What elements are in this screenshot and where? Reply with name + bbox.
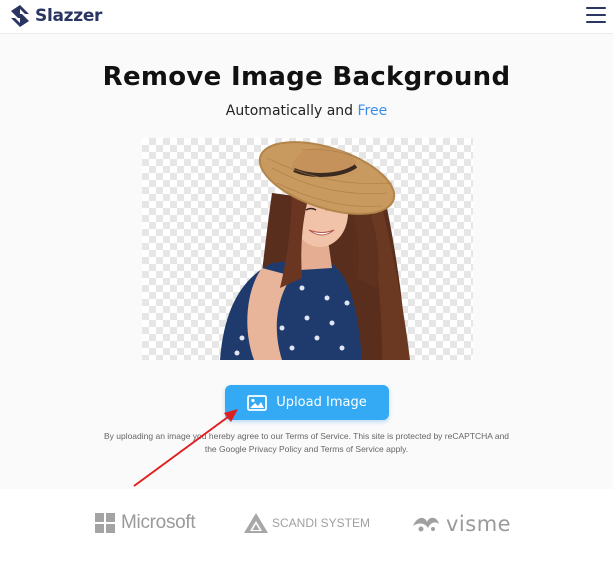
brand-logo[interactable]: Slazzer bbox=[9, 4, 102, 28]
partner-microsoft: Microsoft bbox=[95, 512, 196, 534]
disclaimer-text-1: By uploading an image you hereby agree t… bbox=[103, 431, 286, 441]
scandi-system-logo-icon bbox=[244, 513, 268, 533]
legal-disclaimer: By uploading an image you hereby agree t… bbox=[100, 430, 513, 456]
subtitle-highlight: Free bbox=[357, 103, 388, 119]
image-icon bbox=[247, 394, 268, 411]
partner-scandi-system: SCANDI SYSTEM bbox=[243, 512, 370, 534]
microsoft-logo-icon bbox=[95, 513, 115, 533]
upload-button-label: Upload Image bbox=[276, 395, 367, 410]
hamburger-menu-icon[interactable] bbox=[586, 7, 606, 24]
google-privacy-policy-link[interactable]: Google Privacy Policy bbox=[219, 444, 302, 454]
google-terms-of-service-link[interactable]: Terms of Service bbox=[320, 444, 383, 454]
sample-preview-image bbox=[142, 138, 473, 360]
transparent-background-photo bbox=[220, 141, 410, 360]
brand-name: Slazzer bbox=[35, 6, 103, 26]
disclaimer-text-4: apply. bbox=[383, 444, 409, 454]
disclaimer-text-3: and bbox=[301, 444, 321, 454]
subtitle-text: Automatically and bbox=[225, 103, 358, 119]
upload-image-button[interactable]: Upload Image bbox=[225, 385, 389, 420]
partner-name: SCANDI SYSTEM bbox=[272, 516, 371, 530]
partner-logos: Microsoft SCANDI SYSTEM visme bbox=[0, 490, 613, 562]
partner-name: Microsoft bbox=[121, 512, 196, 533]
partner-name: visme bbox=[446, 512, 512, 536]
slazzer-logo-icon bbox=[11, 5, 29, 27]
site-header: Slazzer bbox=[0, 0, 613, 34]
page-subtitle: Automatically and Free bbox=[0, 103, 613, 119]
page-title: Remove Image Background bbox=[102, 62, 511, 92]
visme-logo-icon bbox=[413, 517, 439, 532]
partner-visme: visme bbox=[411, 512, 511, 536]
terms-of-service-link[interactable]: Terms of Service bbox=[285, 431, 348, 441]
